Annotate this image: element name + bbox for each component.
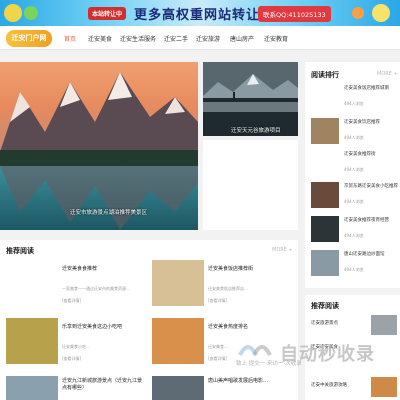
rank-item[interactable]: 唐山迁安路边炒面馆 494人浏览 (311, 250, 399, 276)
rank-item-title: 京贸东路迁安美食小吃推荐 (344, 184, 398, 189)
banner-decoration-icon (4, 4, 22, 22)
nav-item-travel[interactable]: 迁安旅游 (196, 34, 220, 43)
rank-thumb (311, 216, 339, 242)
reco-item-title: 迁安美食饭店推荐街 (208, 266, 254, 272)
reco-item[interactable]: 迁安美食饭店推荐街 迁安美食饭店推荐店… [查看详情] (152, 260, 292, 312)
rank-thumb (311, 118, 339, 144)
reco2-thumb (371, 315, 397, 335)
reco-thumb (152, 318, 204, 364)
banner-decoration-icon (352, 7, 364, 19)
nav-item-life-service[interactable]: 迁安生活服务 (120, 34, 156, 43)
reco-thumb (6, 376, 58, 400)
nav-item-real-estate[interactable]: 唐山房产 (230, 34, 254, 43)
rank-item-title: 迁安美食饭店推荐城南 (344, 86, 389, 91)
rank-item-title: 迁安美食推荐夜宵经营 (344, 218, 389, 223)
rank-item-views: 494人浏览 (344, 199, 364, 204)
reco2-title: 推荐阅读 (311, 302, 339, 310)
nav-item-food[interactable]: 迁安美食 (88, 34, 112, 43)
rank-item-title: 迁安美食推荐街 (344, 152, 376, 157)
reco-item-title: 迁安美食食推荐 (62, 266, 98, 272)
rank-title: 阅读排行 (311, 71, 339, 79)
rank-item[interactable]: 迁安美食推荐夜宵经营 494人浏览 (311, 216, 399, 242)
reco-thumb (152, 260, 204, 306)
reco-item[interactable]: 迁安九江新城旅游景点（迁安九江景点有哪些） (6, 376, 146, 400)
reco-item-detail-link[interactable]: [查看详情] (208, 356, 227, 362)
reco-item-detail-link[interactable]: [查看详情] (208, 298, 227, 304)
rank-more-link[interactable]: MORE + (377, 71, 398, 77)
reco-title: 推荐阅读 (6, 247, 34, 255)
reco-item-title: 乐享到迁安美食这边小吃吧 (62, 324, 123, 330)
rank-item-title: 迁安美食饮店推荐 (344, 120, 380, 125)
hero-side-image[interactable]: 迁安天元谷旅游项目 (203, 62, 298, 136)
hero-main-image[interactable]: 迁安市旅游景点湖泊推荐美景区 (0, 62, 198, 230)
rank-item-views: 494人浏览 (344, 167, 364, 172)
watermark-logo: 自动秒收录 致上 提交一·来访一·次收录 (232, 337, 384, 367)
reco-item[interactable]: 唐山美声唱歌发展后电影… (152, 376, 292, 400)
reco-item-desc: 一家美食——通过迁安市的美食资源… (62, 286, 130, 291)
reco-item[interactable]: 乐享到迁安美食这边小吃吧 迁安美食小吃… [查看详情] (6, 318, 146, 370)
banner-decoration-icon (24, 6, 38, 20)
reco-item-desc: 迁安美食饭店推荐店… (208, 286, 248, 291)
reco-more-link[interactable]: MORE + (272, 247, 293, 253)
rank-item-views: 494人浏览 (344, 101, 364, 106)
reading-rank-panel: 阅读排行 MORE + 迁安美食饭店推荐城南 494人浏览 迁安美食饮店推荐 4… (305, 62, 400, 288)
rank-item[interactable]: 迁安美食推荐街 494人浏览 (311, 150, 399, 176)
rank-item[interactable]: 迁安美食饭店推荐城南 494人浏览 (311, 84, 399, 110)
rank-item-views: 494人浏览 (344, 135, 364, 140)
rank-thumb (311, 150, 339, 176)
reco2-item[interactable]: 迁安中关旅游攻略 (311, 383, 369, 389)
rank-item-views: 494人浏览 (344, 233, 364, 238)
rank-item[interactable]: 京贸东路迁安美食小吃推荐 494人浏览 (311, 182, 399, 208)
recommended-reading-panel: 推荐阅读 MORE + 迁安美食食推荐 一家美食——通过迁安市的美食资源… [查… (0, 240, 298, 400)
banner-decoration-icon (372, 4, 390, 22)
reco-item-title: 唐山美声唱歌发展后电影… (208, 378, 269, 384)
reco-item-detail-link[interactable]: [查看详情] (62, 356, 81, 362)
reco-item-detail-link[interactable]: [查看详情] (62, 298, 81, 304)
reco2-thumb (371, 377, 397, 397)
reco-thumb (152, 376, 204, 400)
rank-thumb (311, 84, 339, 110)
main-nav: 迁安门户网 首页 迁安美食 迁安生活服务 迁安二手 迁安旅游 唐山房产 迁安教育 (0, 26, 400, 50)
reco-item-desc: 迁安美食小吃… (62, 344, 90, 349)
reco2-item[interactable]: 迁安旅游景点 (311, 321, 369, 327)
watermark-subtext: 致上 提交一·来访一·次收录 (236, 361, 302, 367)
reco-item-title: 迁安美食热度排名 (208, 324, 249, 330)
rank-thumb (311, 250, 339, 276)
top-banner-ad[interactable]: 本站转让中 更多高权重网站转让 联系QQ:411025133 (0, 0, 400, 26)
rank-thumb (311, 182, 339, 208)
banner-headline: 更多高权重网站转让 (134, 8, 261, 23)
reco-item-title: 迁安九江新城旅游景点（迁安九江景点有哪些） (62, 378, 143, 391)
rank-item[interactable]: 迁安美食饮店推荐 494人浏览 (311, 118, 399, 144)
site-logo[interactable]: 迁安门户网 (6, 30, 52, 47)
nav-item-education[interactable]: 迁安教育 (264, 34, 288, 43)
rank-item-views: 494人浏览 (344, 267, 364, 272)
rank-item-title: 唐山迁安路边炒面馆 (344, 252, 385, 257)
reco-thumb (6, 318, 58, 364)
hero-main-caption[interactable]: 迁安市旅游景点湖泊推荐美景区 (70, 208, 147, 216)
reco-item[interactable]: 迁安美食食推荐 一家美食——通过迁安市的美食资源… [查看详情] (6, 260, 146, 312)
hero-empty-panel (203, 140, 298, 230)
hero-side-caption[interactable]: 迁安天元谷旅游项目 (231, 126, 281, 134)
sale-badge: 本站转让中 (88, 7, 127, 20)
contact-qq-button[interactable]: 联系QQ:411025133 (258, 6, 331, 22)
nav-item-second-hand[interactable]: 迁安二手 (164, 34, 188, 43)
nav-item-home[interactable]: 首页 (64, 34, 76, 43)
